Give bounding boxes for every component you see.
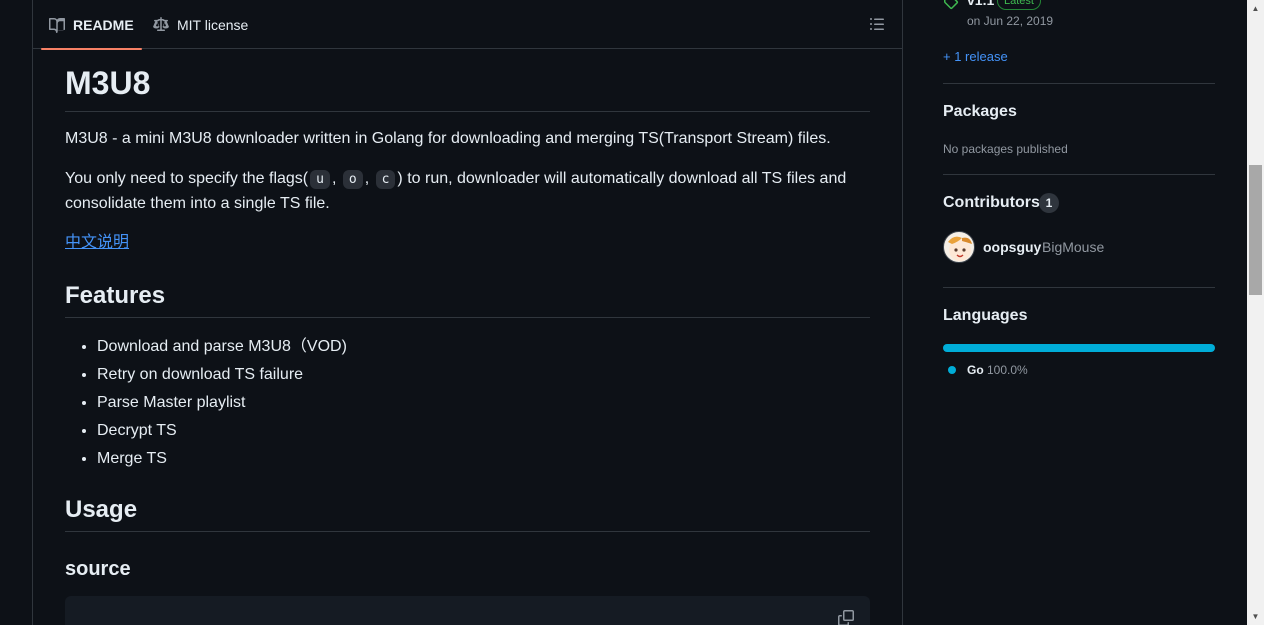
release-date: on Jun 22, 2019: [967, 14, 1054, 28]
tab-license-label: MIT license: [177, 17, 249, 33]
book-icon: [49, 17, 65, 33]
contributors-count-badge: 1: [1039, 193, 1059, 213]
scroll-up-arrow-icon[interactable]: ▲: [1247, 0, 1264, 17]
intro-paragraph: M3U8 - a mini M3U8 downloader written in…: [65, 130, 831, 147]
scroll-down-arrow-icon[interactable]: ▼: [1247, 608, 1264, 625]
flag-c-code: c: [375, 170, 396, 189]
language-bar: [943, 344, 1215, 352]
no-packages-text: No packages published: [943, 142, 1068, 156]
divider: [943, 83, 1215, 84]
flag-o-code: o: [342, 170, 363, 189]
tab-readme[interactable]: README: [41, 1, 142, 50]
outline-button[interactable]: [863, 15, 891, 37]
contributor-login[interactable]: oopsguy: [983, 239, 1041, 255]
copy-icon[interactable]: [838, 610, 854, 625]
readme-title: M3U8: [65, 63, 870, 112]
release-name: v1.1: [967, 0, 995, 8]
contributor-name: BigMouse: [1042, 239, 1105, 255]
usage-heading: Usage: [65, 495, 870, 532]
list-unordered-icon: [869, 16, 885, 37]
more-releases-link[interactable]: + 1 release: [943, 49, 1008, 64]
language-percent: 100.0%: [987, 363, 1028, 377]
latest-release[interactable]: v1.1 Latest on Jun 22, 2019: [943, 0, 1215, 32]
readme-tabs: README MIT license: [33, 1, 902, 50]
chinese-readme-link[interactable]: 中文说明: [65, 234, 129, 251]
list-item: Decrypt TS: [97, 417, 347, 445]
divider: [943, 287, 1215, 288]
list-item: Merge TS: [97, 445, 347, 473]
flag-u-code: u: [310, 170, 330, 189]
features-heading: Features: [65, 281, 870, 318]
tag-icon: [943, 0, 959, 15]
list-item: Download and parse M3U8（VOD): [97, 333, 347, 361]
flag-separator: ,: [364, 170, 370, 187]
avatar[interactable]: [943, 231, 975, 263]
source-heading: source: [65, 558, 131, 580]
languages-title: Languages: [943, 307, 1028, 324]
list-item: Retry on download TS failure: [97, 361, 347, 389]
scrollbar-thumb[interactable]: [1249, 165, 1262, 295]
flags-text-start: You only need to specify the flags(: [65, 170, 309, 187]
law-icon: [153, 17, 169, 33]
features-list: Download and parse M3U8（VOD) Retry on do…: [97, 333, 347, 473]
readme-panel: README MIT license M3U8 M3U8 - a mini M3…: [32, 0, 903, 625]
tab-readme-label: README: [73, 17, 134, 33]
contributors-title[interactable]: Contributors: [943, 194, 1040, 212]
list-item: Parse Master playlist: [97, 389, 347, 417]
flag-separator: ,: [331, 170, 337, 187]
divider: [943, 174, 1215, 175]
language-bar-go: [943, 344, 1215, 352]
page-scrollbar[interactable]: ▲ ▼: [1247, 0, 1264, 625]
code-block: [65, 596, 870, 625]
tab-license[interactable]: MIT license: [153, 1, 248, 49]
chinese-link-paragraph: 中文说明: [65, 231, 870, 255]
language-name[interactable]: Go: [967, 363, 984, 377]
flags-paragraph: You only need to specify the flags(u, o,…: [65, 167, 870, 216]
packages-title[interactable]: Packages: [943, 103, 1017, 121]
language-color-dot: [948, 366, 956, 374]
latest-badge: Latest: [997, 0, 1041, 10]
